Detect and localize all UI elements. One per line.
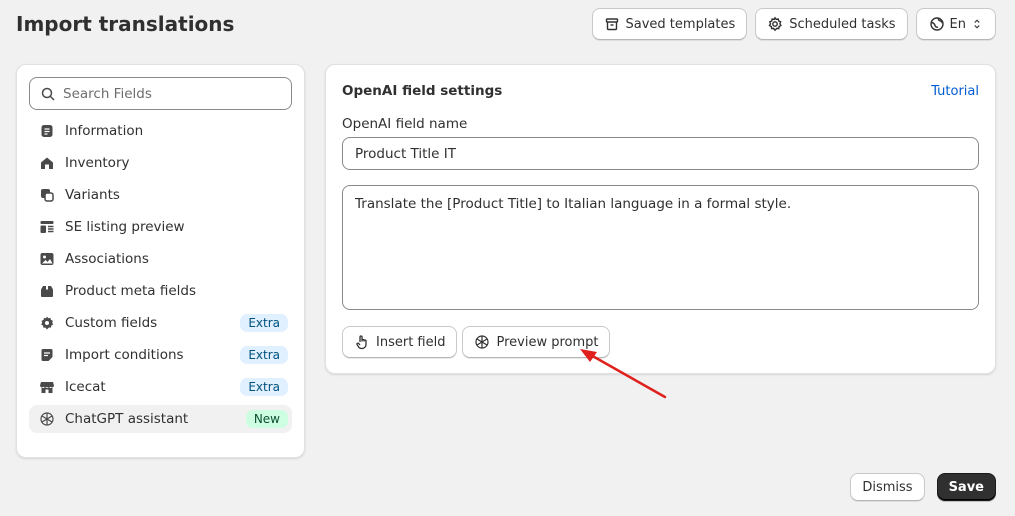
settings-title: OpenAI field settings bbox=[342, 83, 503, 99]
store-icon bbox=[40, 382, 54, 393]
sidebar-item-label: Associations bbox=[65, 251, 149, 267]
saved-templates-label: Saved templates bbox=[625, 16, 736, 32]
sidebar-item-label: Information bbox=[65, 123, 144, 139]
chevron-up-down-icon bbox=[974, 19, 980, 29]
sidebar-item-label: Custom fields bbox=[65, 315, 158, 331]
variants-icon bbox=[41, 189, 54, 202]
openai-icon bbox=[475, 335, 490, 349]
sidebar-item-label: SE listing preview bbox=[65, 219, 185, 235]
sidebar-item-label: Icecat bbox=[65, 379, 106, 395]
sidebar-item-associations[interactable]: Associations bbox=[29, 245, 292, 273]
sidebar-item-inventory[interactable]: Inventory bbox=[29, 149, 292, 177]
gear-icon bbox=[768, 16, 783, 32]
footer-actions: Dismiss Save bbox=[850, 473, 996, 501]
saved-templates-button[interactable]: Saved templates bbox=[591, 8, 748, 40]
scheduled-tasks-button[interactable]: Scheduled tasks bbox=[755, 8, 908, 40]
sidebar-item-custom-fields[interactable]: Custom fields Extra bbox=[29, 309, 292, 337]
sidebar-item-label: ChatGPT assistant bbox=[65, 411, 189, 427]
extra-badge: Extra bbox=[240, 378, 288, 396]
save-label: Save bbox=[948, 479, 984, 495]
language-selector[interactable]: En bbox=[915, 8, 996, 40]
image-icon bbox=[40, 253, 54, 265]
sidebar-item-label: Variants bbox=[65, 187, 120, 203]
sidebar-item-se-listing-preview[interactable]: SE listing preview bbox=[29, 213, 292, 241]
archive-icon bbox=[605, 18, 618, 31]
house-icon bbox=[41, 157, 53, 169]
extra-badge: Extra bbox=[240, 314, 288, 332]
sidebar-item-chatgpt-assistant[interactable]: ChatGPT assistant New bbox=[29, 405, 292, 433]
scheduled-tasks-label: Scheduled tasks bbox=[789, 16, 896, 32]
prompt-textarea[interactable]: Translate the [Product Title] to Italian… bbox=[342, 185, 979, 310]
new-badge: New bbox=[245, 410, 288, 428]
insert-field-label: Insert field bbox=[376, 334, 446, 350]
sidebar-nav: Information Inventory Variants SE listin… bbox=[29, 117, 292, 433]
dismiss-label: Dismiss bbox=[862, 479, 913, 495]
top-actions: Saved templates Scheduled tasks En bbox=[591, 8, 996, 40]
hand-pointer-icon bbox=[356, 335, 367, 350]
box-icon bbox=[41, 286, 53, 297]
annotation-arrow bbox=[580, 349, 667, 399]
openai-icon bbox=[40, 412, 54, 426]
sidebar-item-label: Inventory bbox=[65, 155, 130, 171]
sidebar-item-import-conditions[interactable]: Import conditions Extra bbox=[29, 341, 292, 369]
insert-field-button[interactable]: Insert field bbox=[342, 326, 458, 358]
extra-badge: Extra bbox=[240, 346, 288, 364]
sidebar-item-icecat[interactable]: Icecat Extra bbox=[29, 373, 292, 401]
settings-header: OpenAI field settings Tutorial bbox=[342, 83, 979, 99]
document-icon bbox=[41, 125, 53, 137]
field-name-input[interactable]: Product Title IT bbox=[342, 137, 979, 170]
field-name-label: OpenAI field name bbox=[342, 116, 468, 132]
note-icon bbox=[41, 349, 53, 361]
tutorial-link[interactable]: Tutorial bbox=[931, 84, 979, 99]
search-box[interactable] bbox=[29, 77, 292, 110]
save-button[interactable]: Save bbox=[936, 473, 996, 501]
openai-settings-card: OpenAI field settings Tutorial OpenAI fi… bbox=[325, 64, 996, 374]
language-label: En bbox=[949, 16, 966, 32]
listing-icon bbox=[40, 221, 54, 233]
sidebar-item-product-meta-fields[interactable]: Product meta fields bbox=[29, 277, 292, 305]
sidebar-item-variants[interactable]: Variants bbox=[29, 181, 292, 209]
search-icon bbox=[41, 87, 55, 101]
sidebar-item-label: Import conditions bbox=[65, 347, 184, 363]
page-title: Import translations bbox=[16, 12, 235, 36]
fields-sidebar: Information Inventory Variants SE listin… bbox=[16, 64, 305, 458]
globe-icon bbox=[929, 17, 944, 31]
dismiss-button[interactable]: Dismiss bbox=[850, 473, 925, 501]
sidebar-item-label: Product meta fields bbox=[65, 283, 197, 299]
gear-icon bbox=[41, 316, 54, 330]
search-input[interactable] bbox=[63, 85, 281, 102]
sidebar-item-information[interactable]: Information bbox=[29, 117, 292, 145]
